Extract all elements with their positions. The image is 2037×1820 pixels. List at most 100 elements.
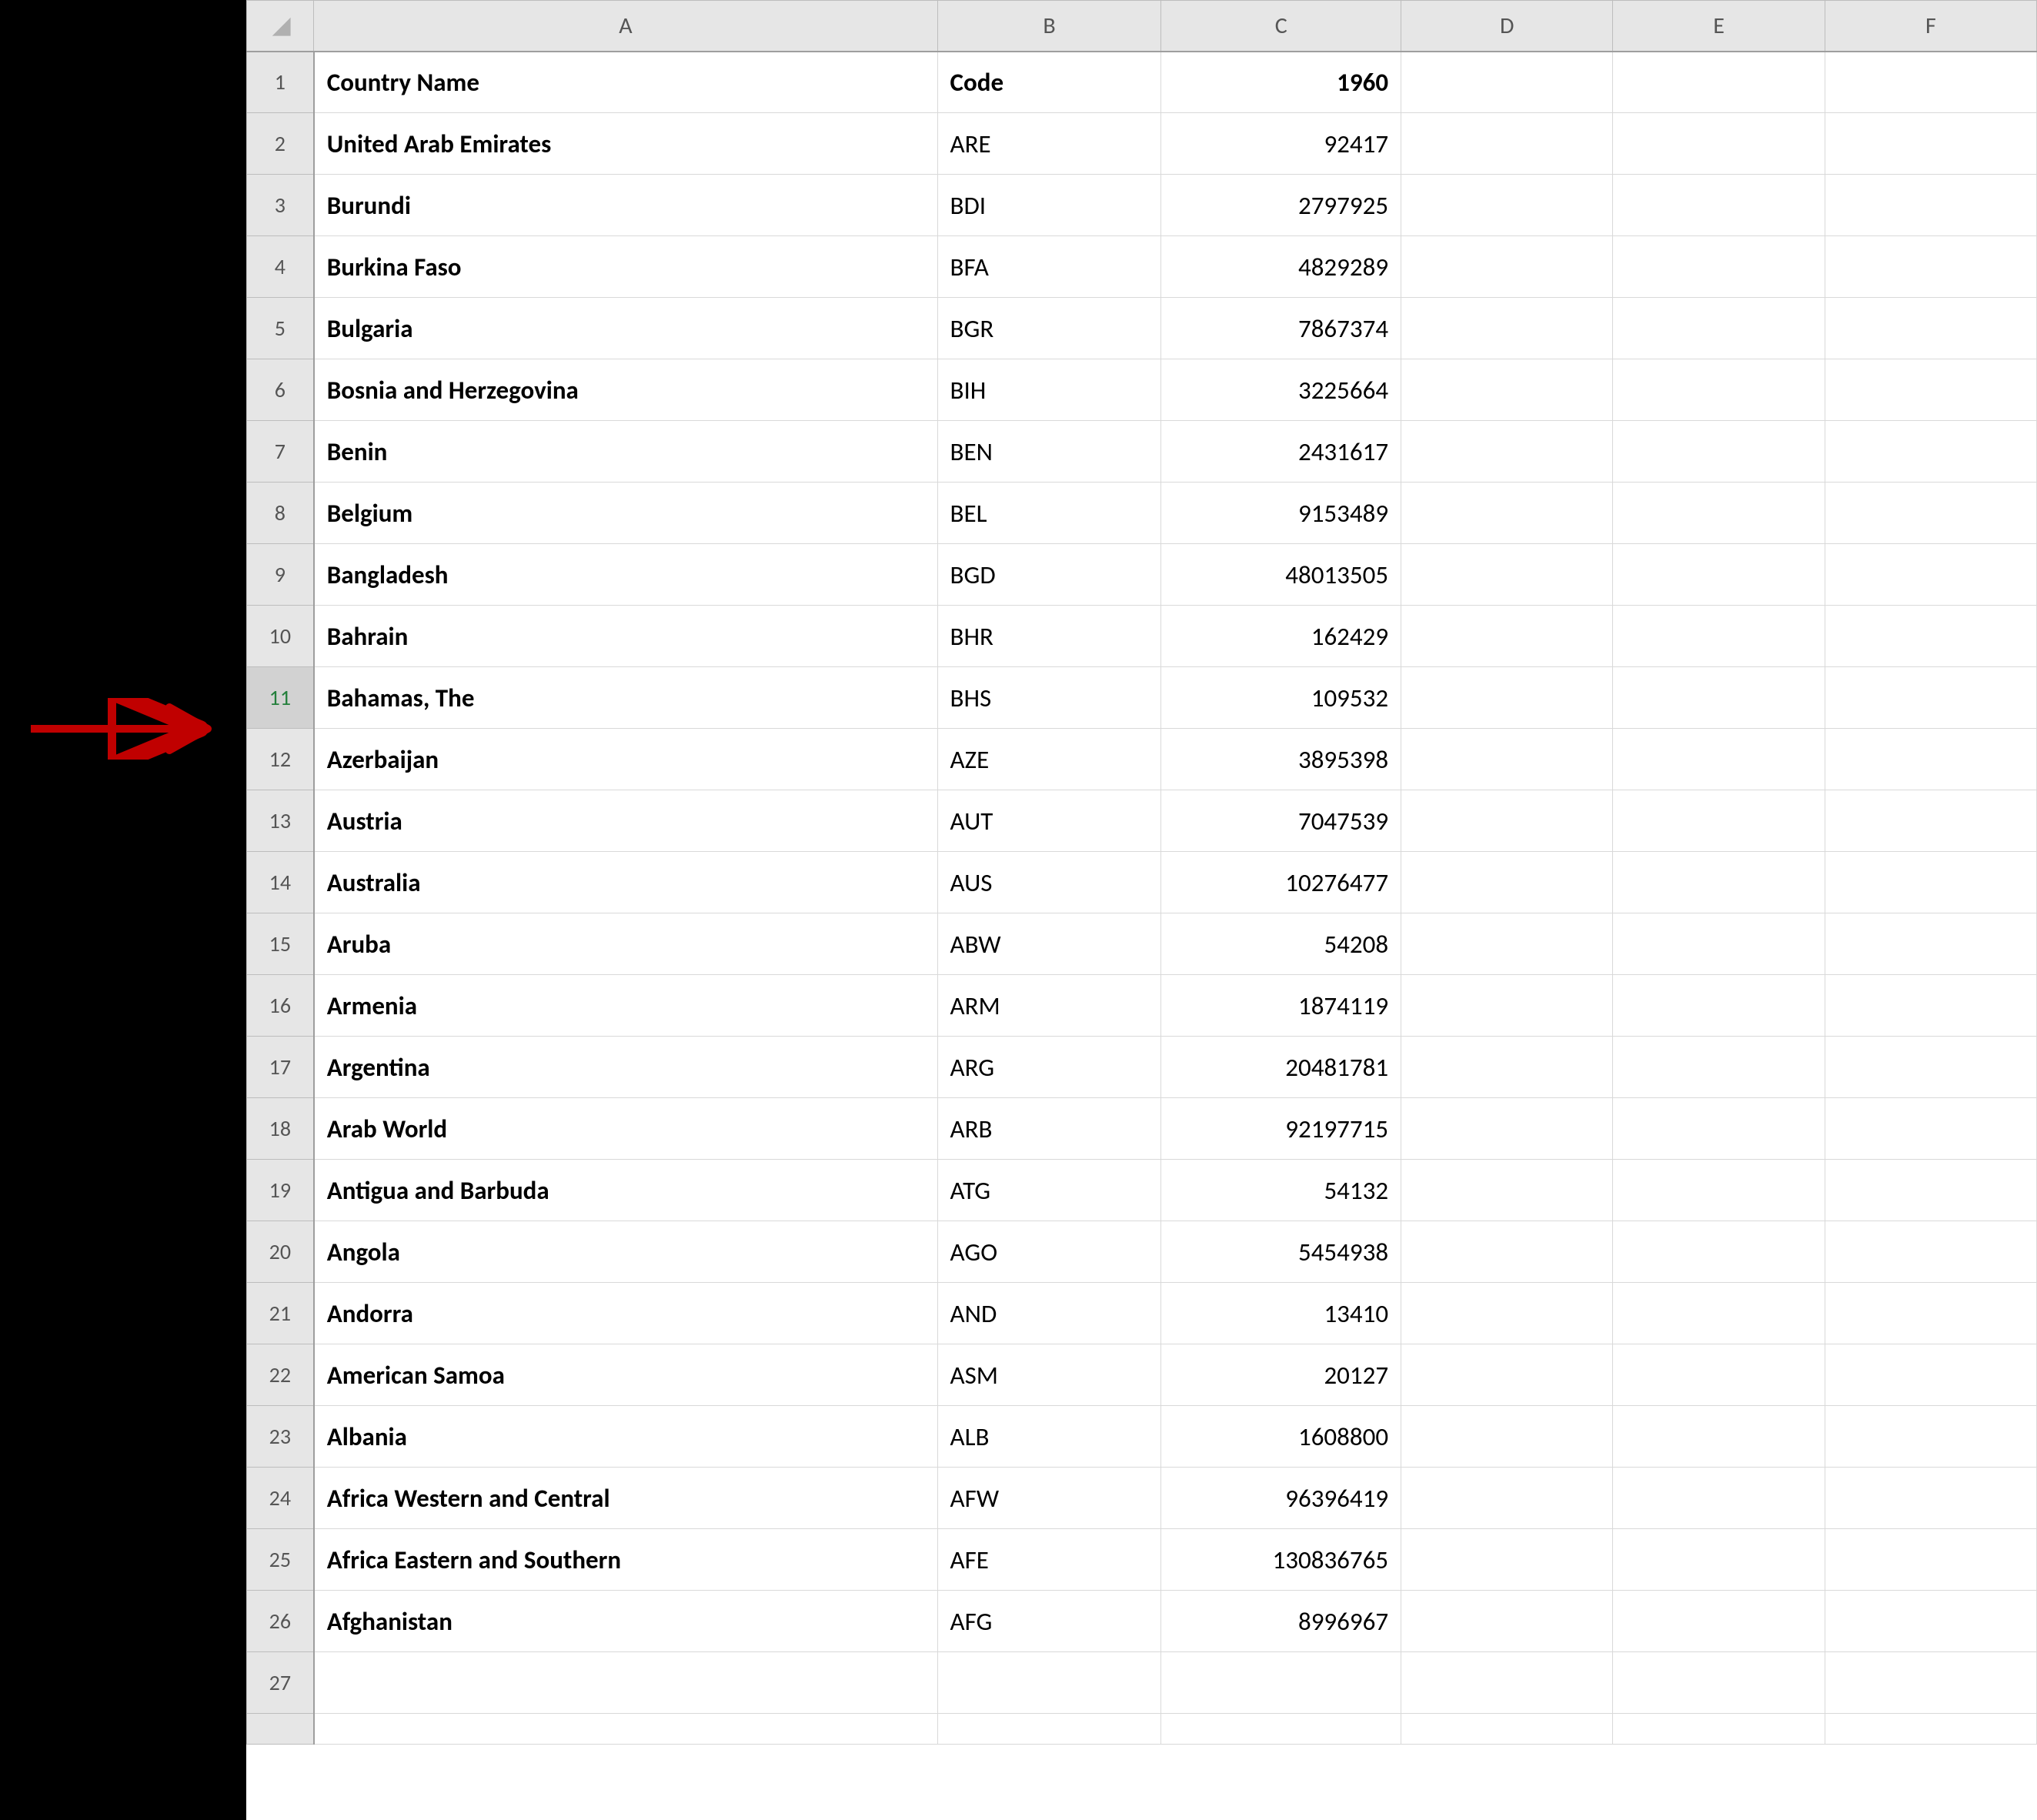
select-all-corner[interactable] bbox=[247, 1, 314, 52]
cell-C11[interactable]: 109532 bbox=[1161, 667, 1401, 729]
cell-B23[interactable]: ALB bbox=[937, 1406, 1161, 1468]
cell-A5[interactable]: Bulgaria bbox=[314, 298, 937, 359]
cell-B5[interactable]: BGR bbox=[937, 298, 1161, 359]
column-header-F[interactable]: F bbox=[1825, 1, 2036, 52]
cell-F[interactable] bbox=[1825, 1714, 2036, 1745]
grid-body[interactable]: 1Country NameCode19602United Arab Emirat… bbox=[247, 52, 2037, 1745]
cell-E11[interactable] bbox=[1613, 667, 1825, 729]
row-header-27[interactable]: 27 bbox=[247, 1652, 314, 1714]
row-header-9[interactable]: 9 bbox=[247, 544, 314, 606]
row-header-12[interactable]: 12 bbox=[247, 729, 314, 790]
cell-E4[interactable] bbox=[1613, 236, 1825, 298]
cell-C10[interactable]: 162429 bbox=[1161, 606, 1401, 667]
cell-F26[interactable] bbox=[1825, 1591, 2036, 1652]
grid[interactable]: ABCDEF 1Country NameCode19602United Arab… bbox=[246, 0, 2037, 1745]
cell-E3[interactable] bbox=[1613, 175, 1825, 236]
cell-E17[interactable] bbox=[1613, 1037, 1825, 1098]
cell-D16[interactable] bbox=[1401, 975, 1613, 1037]
cell-B20[interactable]: AGO bbox=[937, 1221, 1161, 1283]
cell-C22[interactable]: 20127 bbox=[1161, 1344, 1401, 1406]
cell-E13[interactable] bbox=[1613, 790, 1825, 852]
cell-B16[interactable]: ARM bbox=[937, 975, 1161, 1037]
cell-C9[interactable]: 48013505 bbox=[1161, 544, 1401, 606]
cell-F13[interactable] bbox=[1825, 790, 2036, 852]
row-header-24[interactable]: 24 bbox=[247, 1468, 314, 1529]
cell-B27[interactable] bbox=[937, 1652, 1161, 1714]
column-header-D[interactable]: D bbox=[1401, 1, 1613, 52]
row-header-7[interactable]: 7 bbox=[247, 421, 314, 483]
row-header-1[interactable]: 1 bbox=[247, 52, 314, 113]
cell-F7[interactable] bbox=[1825, 421, 2036, 483]
cell-D6[interactable] bbox=[1401, 359, 1613, 421]
cell-C15[interactable]: 54208 bbox=[1161, 913, 1401, 975]
cell-C25[interactable]: 130836765 bbox=[1161, 1529, 1401, 1591]
cell-F18[interactable] bbox=[1825, 1098, 2036, 1160]
cell-E24[interactable] bbox=[1613, 1468, 1825, 1529]
cell-A15[interactable]: Aruba bbox=[314, 913, 937, 975]
cell-A14[interactable]: Australia bbox=[314, 852, 937, 913]
cell-A25[interactable]: Africa Eastern and Southern bbox=[314, 1529, 937, 1591]
cell-E16[interactable] bbox=[1613, 975, 1825, 1037]
cell-B24[interactable]: AFW bbox=[937, 1468, 1161, 1529]
cell-E19[interactable] bbox=[1613, 1160, 1825, 1221]
cell-A22[interactable]: American Samoa bbox=[314, 1344, 937, 1406]
row-header-4[interactable]: 4 bbox=[247, 236, 314, 298]
table-row[interactable]: 1Country NameCode1960 bbox=[247, 52, 2037, 113]
column-header-row[interactable]: ABCDEF bbox=[247, 1, 2037, 52]
cell-D21[interactable] bbox=[1401, 1283, 1613, 1344]
table-row[interactable]: 9BangladeshBGD48013505 bbox=[247, 544, 2037, 606]
cell-A26[interactable]: Afghanistan bbox=[314, 1591, 937, 1652]
row-header-6[interactable]: 6 bbox=[247, 359, 314, 421]
cell-E9[interactable] bbox=[1613, 544, 1825, 606]
row-header-20[interactable]: 20 bbox=[247, 1221, 314, 1283]
cell-A10[interactable]: Bahrain bbox=[314, 606, 937, 667]
cell-B17[interactable]: ARG bbox=[937, 1037, 1161, 1098]
cell-B6[interactable]: BIH bbox=[937, 359, 1161, 421]
cell-B3[interactable]: BDI bbox=[937, 175, 1161, 236]
cell-D4[interactable] bbox=[1401, 236, 1613, 298]
cell-E8[interactable] bbox=[1613, 483, 1825, 544]
cell-E21[interactable] bbox=[1613, 1283, 1825, 1344]
cell-B8[interactable]: BEL bbox=[937, 483, 1161, 544]
cell-C19[interactable]: 54132 bbox=[1161, 1160, 1401, 1221]
cell-F19[interactable] bbox=[1825, 1160, 2036, 1221]
cell-D20[interactable] bbox=[1401, 1221, 1613, 1283]
row-header-8[interactable]: 8 bbox=[247, 483, 314, 544]
cell-D3[interactable] bbox=[1401, 175, 1613, 236]
cell-A21[interactable]: Andorra bbox=[314, 1283, 937, 1344]
cell-C26[interactable]: 8996967 bbox=[1161, 1591, 1401, 1652]
cell-E7[interactable] bbox=[1613, 421, 1825, 483]
cell-B10[interactable]: BHR bbox=[937, 606, 1161, 667]
cell-C23[interactable]: 1608800 bbox=[1161, 1406, 1401, 1468]
row-header-11[interactable]: 11 bbox=[247, 667, 314, 729]
row-header-23[interactable]: 23 bbox=[247, 1406, 314, 1468]
cell-C2[interactable]: 92417 bbox=[1161, 113, 1401, 175]
cell-C16[interactable]: 1874119 bbox=[1161, 975, 1401, 1037]
table-row[interactable]: 5BulgariaBGR7867374 bbox=[247, 298, 2037, 359]
cell-B1[interactable]: Code bbox=[937, 52, 1161, 113]
cell-B15[interactable]: ABW bbox=[937, 913, 1161, 975]
row-header-16[interactable]: 16 bbox=[247, 975, 314, 1037]
column-header-B[interactable]: B bbox=[937, 1, 1161, 52]
cell-E22[interactable] bbox=[1613, 1344, 1825, 1406]
cell-E6[interactable] bbox=[1613, 359, 1825, 421]
cell-A3[interactable]: Burundi bbox=[314, 175, 937, 236]
cell-F20[interactable] bbox=[1825, 1221, 2036, 1283]
row-header-19[interactable]: 19 bbox=[247, 1160, 314, 1221]
cell-D[interactable] bbox=[1401, 1714, 1613, 1745]
row-header-13[interactable]: 13 bbox=[247, 790, 314, 852]
table-row[interactable]: 20AngolaAGO5454938 bbox=[247, 1221, 2037, 1283]
cell-C4[interactable]: 4829289 bbox=[1161, 236, 1401, 298]
cell-E20[interactable] bbox=[1613, 1221, 1825, 1283]
cell-F1[interactable] bbox=[1825, 52, 2036, 113]
cell-F11[interactable] bbox=[1825, 667, 2036, 729]
cell-F6[interactable] bbox=[1825, 359, 2036, 421]
cell-E15[interactable] bbox=[1613, 913, 1825, 975]
cell-B19[interactable]: ATG bbox=[937, 1160, 1161, 1221]
table-row[interactable]: 26AfghanistanAFG8996967 bbox=[247, 1591, 2037, 1652]
column-header-C[interactable]: C bbox=[1161, 1, 1401, 52]
cell-A[interactable] bbox=[314, 1714, 937, 1745]
cell-D17[interactable] bbox=[1401, 1037, 1613, 1098]
cell-A9[interactable]: Bangladesh bbox=[314, 544, 937, 606]
cell-D11[interactable] bbox=[1401, 667, 1613, 729]
